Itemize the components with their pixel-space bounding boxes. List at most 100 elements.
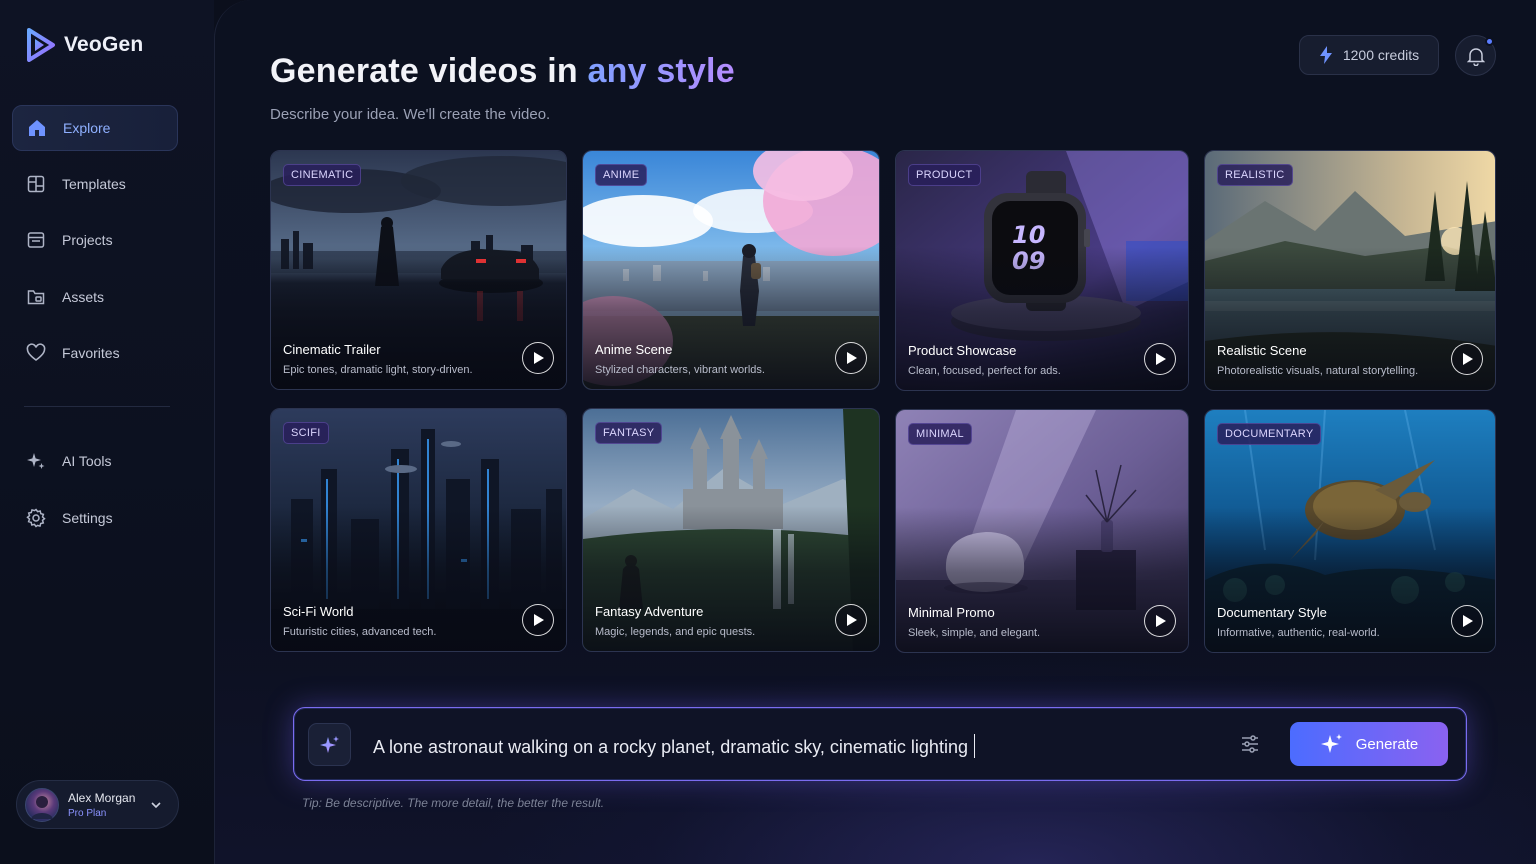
card-description: Epic tones, dramatic light, story-driven… — [283, 364, 473, 376]
generate-button-label: Generate — [1355, 735, 1419, 753]
notifications-button[interactable] — [1455, 35, 1496, 76]
prompt-input-value: A lone astronaut walking on a rocky plan… — [373, 737, 968, 757]
category-badge: CINEMATIC — [283, 164, 362, 186]
template-card-documentary[interactable]: DOCUMENTARY Documentary Style Informativ… — [1204, 409, 1496, 653]
credits-button[interactable]: 1200 credits — [1299, 35, 1439, 75]
play-icon — [1462, 353, 1473, 365]
play-icon — [533, 614, 544, 626]
chevron-down-icon — [151, 802, 161, 809]
template-card-anime[interactable]: ANIME Anime Scene Stylized characters, v… — [582, 150, 880, 390]
card-title: Cinematic Trailer — [283, 342, 381, 357]
card-description: Photorealistic visuals, natural storytel… — [1217, 365, 1419, 377]
sidebar-item-templates[interactable]: Templates — [12, 161, 178, 207]
play-icon — [1155, 353, 1166, 365]
sidebar-item-label: Projects — [62, 232, 113, 248]
sparkles-icon — [1320, 734, 1342, 753]
page-subtitle: Describe your idea. We'll create the vid… — [270, 106, 551, 123]
home-icon — [29, 120, 45, 136]
sidebar-item-label: Templates — [62, 176, 126, 192]
veogen-logo-icon — [27, 28, 55, 62]
bell-icon — [1466, 47, 1485, 66]
sparkles-icon — [319, 735, 339, 753]
card-title: Minimal Promo — [908, 605, 995, 620]
sidebar-item-label: Assets — [62, 289, 105, 305]
sidebar-item-favorites[interactable]: Favorites — [12, 330, 178, 376]
heart-icon — [26, 343, 46, 361]
template-card-cinematic[interactable]: CINEMATIC Cinematic Trailer Epic tones, … — [270, 150, 567, 390]
card-description: Sleek, simple, and elegant. — [908, 627, 1041, 639]
user-menu[interactable]: Alex Morgan Pro Plan — [16, 780, 179, 829]
assets-icon — [27, 290, 45, 305]
sliders-icon[interactable] — [1240, 734, 1260, 754]
projects-icon — [27, 232, 45, 248]
card-title: Product Showcase — [908, 343, 1017, 358]
template-card-scifi[interactable]: SCIFI Sci-Fi World Futuristic cities, ad… — [270, 408, 567, 652]
card-description: Informative, authentic, real-world. — [1217, 627, 1380, 639]
credits-label: 1200 credits — [1342, 47, 1420, 63]
prompt-input[interactable]: A lone astronaut walking on a rocky plan… — [373, 734, 976, 758]
page-title: Generate videos in any style — [270, 52, 735, 91]
gear-icon — [26, 508, 46, 528]
templates-icon — [27, 175, 45, 193]
app-name: VeoGen — [64, 33, 144, 56]
watch-hour: 10 — [1012, 221, 1045, 249]
category-badge: PRODUCT — [908, 164, 981, 186]
category-badge: MINIMAL — [908, 423, 972, 445]
play-button[interactable] — [522, 342, 554, 374]
main-panel: Generate videos in any style Describe yo… — [214, 0, 1536, 864]
card-description: Stylized characters, vibrant worlds. — [595, 364, 765, 376]
play-button[interactable] — [1451, 343, 1483, 375]
card-description: Magic, legends, and epic quests. — [595, 626, 756, 638]
prompt-tip: Tip: Be descriptive. The more detail, th… — [302, 796, 605, 810]
sidebar-item-ai-tools[interactable]: AI Tools — [12, 438, 178, 484]
play-button[interactable] — [835, 604, 867, 636]
play-icon — [1462, 615, 1473, 627]
card-title: Fantasy Adventure — [595, 604, 704, 619]
prompt-bar: A lone astronaut walking on a rocky plan… — [293, 707, 1467, 781]
card-description: Clean, focused, perfect for ads. — [908, 365, 1061, 377]
play-icon — [1155, 615, 1166, 627]
page-title-accent: any style — [587, 52, 735, 90]
text-cursor — [973, 734, 976, 758]
card-title: Anime Scene — [595, 342, 673, 357]
avatar — [25, 787, 59, 822]
play-button[interactable] — [1451, 605, 1483, 637]
lightning-icon — [1319, 46, 1332, 64]
sidebar-item-label: Favorites — [62, 345, 120, 361]
category-badge: DOCUMENTARY — [1217, 423, 1322, 445]
play-icon — [846, 352, 857, 364]
sidebar: VeoGen Explore Templates Projects Assets… — [0, 0, 214, 864]
sparkles-icon — [27, 453, 45, 469]
category-badge: FANTASY — [595, 422, 663, 444]
sidebar-item-label: Explore — [63, 120, 111, 136]
play-button[interactable] — [1144, 343, 1176, 375]
ai-assist-button[interactable] — [308, 723, 351, 766]
play-button[interactable] — [522, 604, 554, 636]
sidebar-item-explore[interactable]: Explore — [12, 105, 178, 151]
card-title: Realistic Scene — [1217, 343, 1307, 358]
template-card-minimal[interactable]: MINIMAL Minimal Promo Sleek, simple, and… — [895, 409, 1189, 653]
card-title: Documentary Style — [1217, 605, 1327, 620]
card-title: Sci-Fi World — [283, 604, 354, 619]
sidebar-item-assets[interactable]: Assets — [12, 274, 178, 320]
play-button[interactable] — [1144, 605, 1176, 637]
sidebar-item-label: AI Tools — [62, 453, 112, 469]
app-logo[interactable]: VeoGen — [26, 28, 143, 62]
page-title-main: Generate videos in — [270, 52, 578, 90]
category-badge: ANIME — [595, 164, 648, 186]
category-badge: REALISTIC — [1217, 164, 1293, 186]
sidebar-item-settings[interactable]: Settings — [12, 495, 178, 541]
sidebar-item-label: Settings — [62, 510, 113, 526]
generate-button[interactable]: Generate — [1290, 722, 1448, 766]
user-name: Alex Morgan — [68, 790, 136, 805]
play-button[interactable] — [835, 342, 867, 374]
card-description: Futuristic cities, advanced tech. — [283, 626, 437, 638]
template-card-fantasy[interactable]: FANTASY Fantasy Adventure Magic, legends… — [582, 408, 880, 652]
template-card-product[interactable]: 10 09 PRODUCT Product Showcase Clean, fo… — [895, 150, 1189, 391]
user-plan: Pro Plan — [68, 807, 107, 819]
play-icon — [533, 352, 544, 364]
sidebar-item-projects[interactable]: Projects — [12, 217, 178, 263]
notification-dot — [1485, 37, 1494, 46]
category-badge: SCIFI — [283, 422, 329, 444]
template-card-realistic[interactable]: REALISTIC Realistic Scene Photorealistic… — [1204, 150, 1496, 391]
